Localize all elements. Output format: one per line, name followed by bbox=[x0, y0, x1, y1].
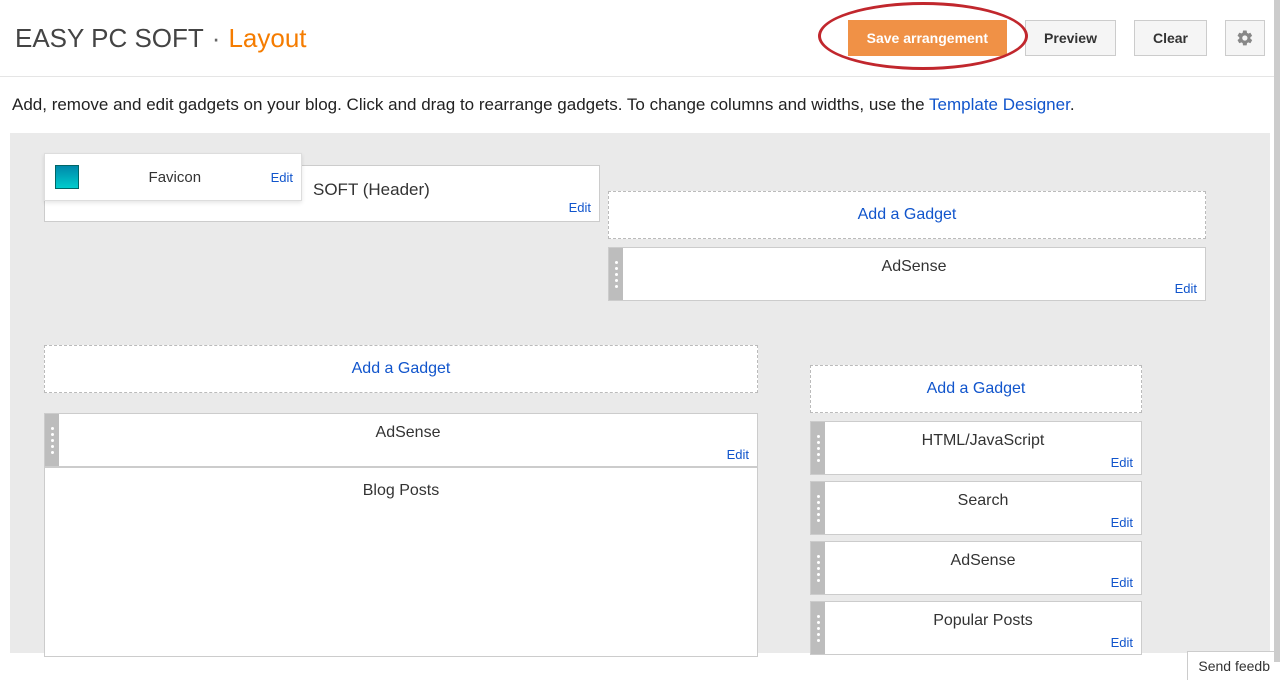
settings-button[interactable] bbox=[1225, 20, 1265, 56]
header-gadget-edit-link[interactable]: Edit bbox=[569, 200, 591, 215]
scrollbar[interactable] bbox=[1274, 0, 1280, 662]
send-feedback-tab[interactable]: Send feedb bbox=[1187, 651, 1280, 680]
gadget-label: Popular Posts bbox=[933, 612, 1033, 629]
layout-canvas: SOFT (Header) Edit Favicon Edit Add a Ga… bbox=[10, 133, 1270, 653]
favicon-gadget[interactable]: Favicon Edit bbox=[44, 153, 302, 201]
clear-button[interactable]: Clear bbox=[1134, 20, 1207, 56]
favicon-edit-link[interactable]: Edit bbox=[271, 170, 293, 185]
drag-handle-icon[interactable] bbox=[811, 602, 825, 654]
top-bar: EASY PC SOFT · Layout Save arrangement P… bbox=[0, 0, 1280, 77]
main-section: Add a Gadget AdSense Edit Blog Posts bbox=[44, 345, 758, 657]
blog-posts-label: Blog Posts bbox=[363, 482, 439, 499]
gadget-label: AdSense bbox=[376, 424, 441, 441]
crosscol-section: Add a Gadget AdSense Edit bbox=[608, 191, 1206, 301]
gear-icon bbox=[1236, 29, 1254, 47]
adsense-gadget-main[interactable]: AdSense Edit bbox=[44, 413, 758, 467]
search-gadget[interactable]: Search Edit bbox=[810, 481, 1142, 535]
save-arrangement-button[interactable]: Save arrangement bbox=[848, 20, 1007, 56]
page-title-group: EASY PC SOFT · Layout bbox=[15, 23, 307, 54]
instruction-text: Add, remove and edit gadgets on your blo… bbox=[0, 77, 1280, 133]
instruction-part-a: Add, remove and edit gadgets on your blo… bbox=[12, 95, 929, 114]
drag-handle-icon[interactable] bbox=[811, 482, 825, 534]
gadget-edit-link[interactable]: Edit bbox=[1111, 635, 1133, 650]
gadget-edit-link[interactable]: Edit bbox=[1175, 281, 1197, 296]
adsense-gadget-sidebar[interactable]: AdSense Edit bbox=[810, 541, 1142, 595]
blog-posts-gadget[interactable]: Blog Posts bbox=[44, 467, 758, 657]
drag-handle-icon[interactable] bbox=[609, 248, 623, 300]
gadget-edit-link[interactable]: Edit bbox=[1111, 575, 1133, 590]
add-gadget-crosscol[interactable]: Add a Gadget bbox=[608, 191, 1206, 239]
favicon-icon bbox=[55, 165, 79, 189]
header-gadget-label: SOFT (Header) bbox=[313, 180, 430, 200]
gadget-edit-link[interactable]: Edit bbox=[1111, 515, 1133, 530]
preview-button[interactable]: Preview bbox=[1025, 20, 1116, 56]
blog-name: EASY PC SOFT bbox=[15, 23, 204, 54]
drag-handle-icon[interactable] bbox=[45, 414, 59, 466]
gadget-edit-link[interactable]: Edit bbox=[1111, 455, 1133, 470]
sidebar-section: Add a Gadget HTML/JavaScript Edit Search… bbox=[810, 365, 1142, 661]
section-name: Layout bbox=[228, 23, 306, 54]
gadget-label: AdSense bbox=[951, 552, 1016, 569]
title-separator: · bbox=[212, 23, 221, 54]
adsense-gadget-crosscol[interactable]: AdSense Edit bbox=[608, 247, 1206, 301]
gadget-label: AdSense bbox=[882, 258, 947, 275]
popular-posts-gadget[interactable]: Popular Posts Edit bbox=[810, 601, 1142, 655]
action-bar: Save arrangement Preview Clear bbox=[848, 20, 1265, 56]
gadget-label: HTML/JavaScript bbox=[922, 432, 1045, 449]
favicon-label: Favicon bbox=[79, 169, 271, 186]
drag-handle-icon[interactable] bbox=[811, 542, 825, 594]
instruction-period: . bbox=[1070, 95, 1075, 114]
template-designer-link[interactable]: Template Designer bbox=[929, 95, 1070, 114]
gadget-edit-link[interactable]: Edit bbox=[727, 447, 749, 462]
add-gadget-sidebar[interactable]: Add a Gadget bbox=[810, 365, 1142, 413]
add-gadget-main[interactable]: Add a Gadget bbox=[44, 345, 758, 393]
drag-handle-icon[interactable] bbox=[811, 422, 825, 474]
gadget-label: Search bbox=[958, 492, 1009, 509]
html-javascript-gadget[interactable]: HTML/JavaScript Edit bbox=[810, 421, 1142, 475]
